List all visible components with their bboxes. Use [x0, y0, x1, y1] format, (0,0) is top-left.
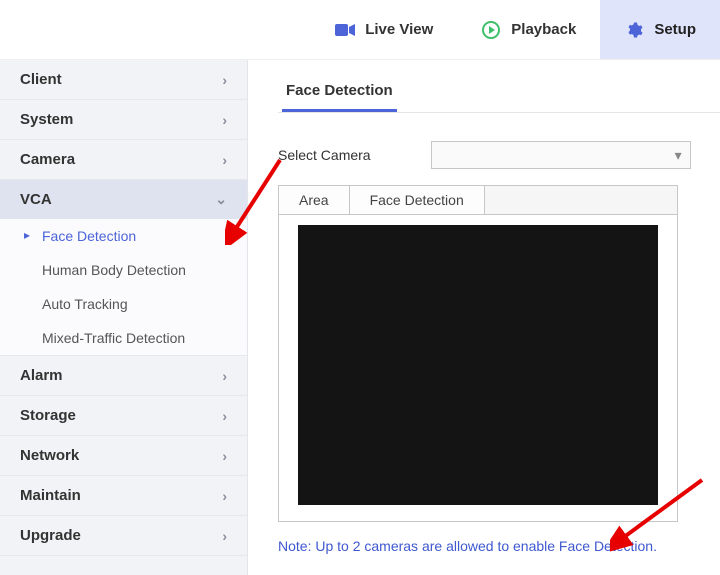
sidebar-label: Upgrade	[20, 527, 81, 544]
sidebar-group-system[interactable]: System ›	[0, 100, 247, 140]
sidebar-group-camera[interactable]: Camera ›	[0, 140, 247, 180]
chevron-right-icon: ›	[222, 408, 227, 424]
sidebar: Client › System › Camera › VCA ⌄ Face D	[0, 60, 248, 575]
nav-live-label: Live View	[365, 21, 433, 38]
nav-playback-label: Playback	[511, 21, 576, 38]
nav-playback[interactable]: Playback	[457, 0, 600, 59]
sidebar-group-storage[interactable]: Storage ›	[0, 396, 247, 436]
video-preview	[298, 225, 658, 505]
sidebar-label: Client	[20, 71, 62, 88]
play-icon	[481, 21, 501, 39]
select-camera-label: Select Camera	[278, 147, 371, 163]
note-text: Note: Up to 2 cameras are allowed to ena…	[278, 538, 720, 554]
inner-tab-face-detection[interactable]: Face Detection	[350, 186, 485, 214]
select-camera-dropdown[interactable]: ▾	[431, 141, 691, 169]
top-nav: Live View Playback Setup	[0, 0, 720, 60]
chevron-right-icon: ›	[222, 528, 227, 544]
sidebar-label: VCA	[20, 191, 52, 208]
tab-face-detection[interactable]: Face Detection	[282, 78, 397, 112]
sidebar-item-mixed-traffic-detection[interactable]: Mixed-Traffic Detection	[0, 321, 247, 355]
sidebar-label: Maintain	[20, 487, 81, 504]
inner-tab-area[interactable]: Area	[279, 186, 350, 214]
sidebar-subgroup-vca: Face Detection Human Body Detection Auto…	[0, 219, 247, 355]
chevron-right-icon: ›	[222, 72, 227, 88]
sidebar-label: System	[20, 111, 73, 128]
sidebar-group-network[interactable]: Network ›	[0, 436, 247, 476]
camera-icon	[335, 21, 355, 39]
chevron-right-icon: ›	[222, 448, 227, 464]
chevron-right-icon: ›	[222, 152, 227, 168]
chevron-right-icon: ›	[222, 368, 227, 384]
sidebar-item-face-detection[interactable]: Face Detection	[0, 219, 247, 253]
chevron-right-icon: ›	[222, 488, 227, 504]
nav-live-view[interactable]: Live View	[311, 0, 457, 59]
dropdown-caret-icon: ▾	[675, 147, 682, 164]
sidebar-label: Alarm	[20, 367, 63, 384]
sidebar-group-client[interactable]: Client ›	[0, 60, 247, 100]
sidebar-group-vca[interactable]: VCA ⌄ Face Detection Human Body Detectio…	[0, 180, 247, 356]
preview-panel: Area Face Detection	[278, 185, 678, 522]
sidebar-item-auto-tracking[interactable]: Auto Tracking	[0, 287, 247, 321]
nav-setup-label: Setup	[654, 21, 696, 38]
sidebar-label: Storage	[20, 407, 76, 424]
chevron-down-icon: ⌄	[215, 191, 227, 208]
sidebar-group-maintain[interactable]: Maintain ›	[0, 476, 247, 516]
sidebar-group-upgrade[interactable]: Upgrade ›	[0, 516, 247, 556]
sidebar-label: Network	[20, 447, 79, 464]
sidebar-group-alarm[interactable]: Alarm ›	[0, 356, 247, 396]
gear-icon	[624, 21, 644, 39]
sidebar-item-human-body-detection[interactable]: Human Body Detection	[0, 253, 247, 287]
sidebar-label: Camera	[20, 151, 75, 168]
nav-setup[interactable]: Setup	[600, 0, 720, 59]
chevron-right-icon: ›	[222, 112, 227, 128]
main-content: Face Detection Select Camera ▾ Area Face…	[248, 60, 720, 575]
